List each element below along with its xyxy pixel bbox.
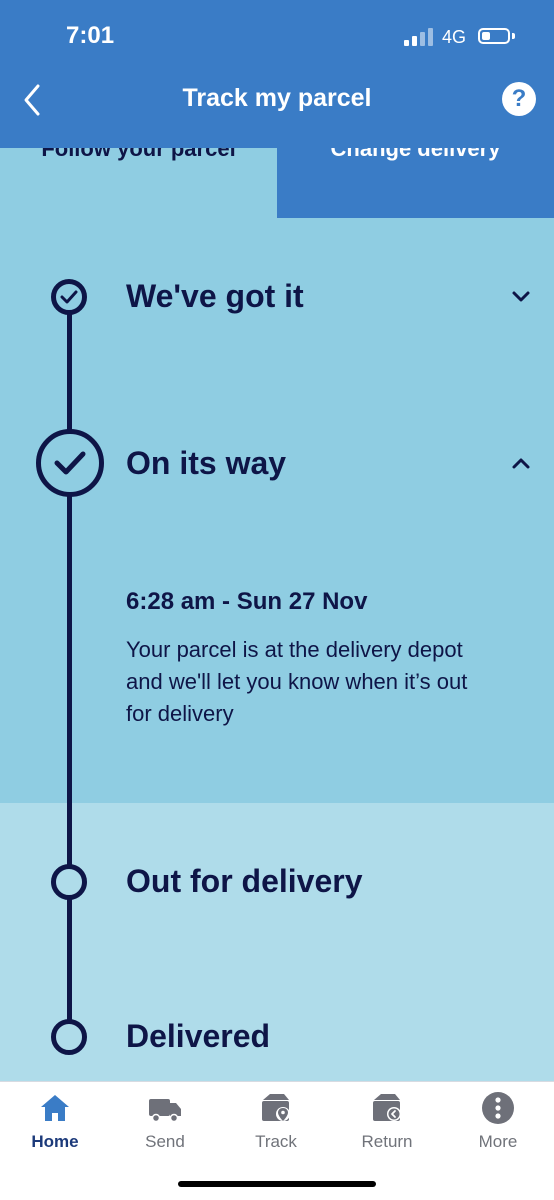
chevron-down-icon[interactable] xyxy=(508,288,534,306)
status-time: 7:01 xyxy=(66,22,115,49)
battery-icon xyxy=(478,28,510,44)
nav-label: Send xyxy=(145,1132,185,1151)
van-icon xyxy=(149,1099,181,1123)
step-title-on-its-way[interactable]: On its way xyxy=(126,445,286,482)
nav-item-send[interactable]: Send xyxy=(110,1082,220,1162)
nav-item-return[interactable]: Return xyxy=(332,1082,442,1162)
tab-label: Follow your parcel xyxy=(41,148,236,161)
step-pending-icon xyxy=(51,1019,87,1055)
timeline-line xyxy=(67,296,72,1036)
event-description: Your parcel is at the delivery depot and… xyxy=(126,637,468,726)
nav-label: More xyxy=(478,1132,518,1151)
tab-follow-your-parcel[interactable]: Follow your parcel xyxy=(0,148,277,218)
step-title-out-for-delivery: Out for delivery xyxy=(126,863,363,899)
step-pending-icon xyxy=(51,864,87,900)
track-parcel-icon xyxy=(262,1094,290,1121)
signal-icon xyxy=(404,28,436,46)
tab-label: Change delivery xyxy=(330,148,501,161)
home-icon xyxy=(41,1095,69,1121)
app-header: 7:01 4G Track my parcel ? xyxy=(0,0,554,148)
step-done-icon-large xyxy=(36,429,104,497)
nav-label: Home xyxy=(31,1132,79,1151)
chevron-up-icon[interactable] xyxy=(508,455,534,473)
page-title: Track my parcel xyxy=(182,84,372,112)
check-icon xyxy=(60,290,78,304)
nav-item-track[interactable]: Track xyxy=(221,1082,331,1162)
nav-item-home[interactable]: Home xyxy=(0,1082,110,1162)
tab-change-delivery[interactable]: Change delivery xyxy=(277,148,554,218)
check-icon xyxy=(54,451,86,475)
help-button[interactable]: ? xyxy=(502,82,536,116)
step-done-icon xyxy=(51,279,87,315)
home-indicator xyxy=(178,1181,376,1187)
more-icon xyxy=(482,1092,514,1124)
return-parcel-icon xyxy=(373,1094,401,1121)
step-title-we-have-got-it[interactable]: We've got it xyxy=(126,278,304,315)
nav-label: Return xyxy=(361,1132,413,1151)
event-time: 6:28 am - Sun 27 Nov xyxy=(126,588,368,615)
nav-item-more[interactable]: More xyxy=(443,1082,553,1162)
step-title-delivered: Delivered xyxy=(126,1018,271,1054)
battery-tip xyxy=(512,33,515,39)
network-type: 4G xyxy=(442,27,467,47)
nav-label: Track xyxy=(255,1132,297,1151)
